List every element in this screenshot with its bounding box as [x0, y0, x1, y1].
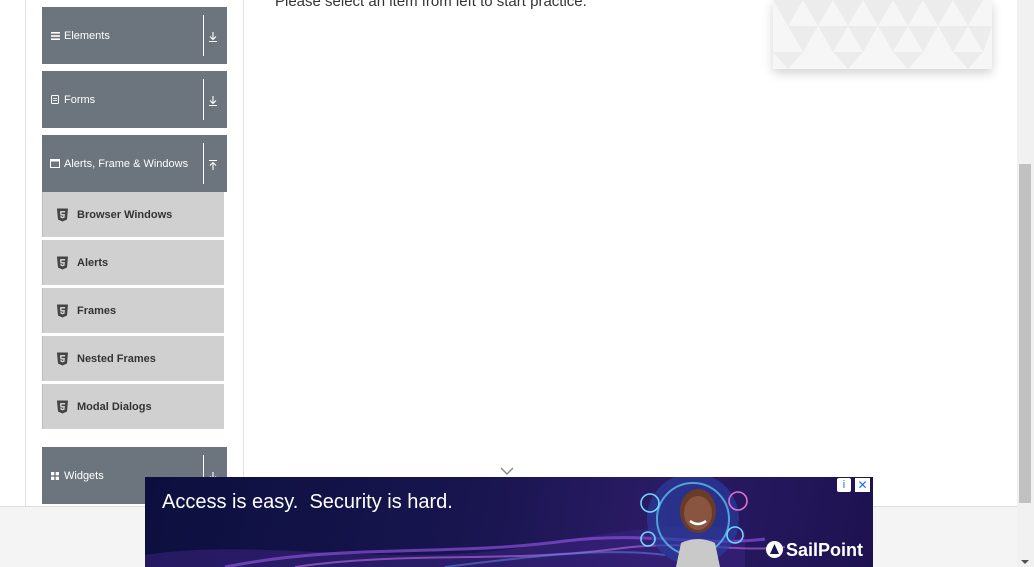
- ad-brand-name: SailPoint: [785, 540, 863, 560]
- intro-text: Please select an item from left to start…: [275, 0, 587, 10]
- ad-banner[interactable]: Access is easy. Security is hard. SailPo…: [145, 477, 873, 567]
- sailpoint-logo-icon: [765, 541, 783, 558]
- group-header-alerts-frame-windows[interactable]: Alerts, Frame & Windows: [42, 135, 227, 192]
- alerts-frame-windows-menu: Browser Windows Alerts Frames Nested Fra…: [42, 192, 225, 432]
- menu-item-alerts[interactable]: Alerts: [42, 240, 224, 285]
- menu-item-browser-windows[interactable]: Browser Windows: [42, 192, 224, 237]
- menu-item-modal-dialogs[interactable]: Modal Dialogs: [42, 384, 224, 429]
- window-icon: [50, 159, 60, 169]
- download-icon[interactable]: [208, 30, 218, 42]
- page: Elements Forms Alerts, Frame & Windows B…: [0, 0, 1017, 567]
- html5-icon: [57, 400, 68, 413]
- group-label: Elements: [64, 29, 110, 42]
- ad-brand-logo: SailPoint: [765, 540, 863, 561]
- menu-item-label: Frames: [77, 304, 117, 317]
- file-icon: [50, 95, 60, 105]
- ad-close-icon[interactable]: ✕: [855, 478, 870, 492]
- group-label: Forms: [64, 93, 96, 106]
- ad-headline: Access is easy. Security is hard.: [162, 491, 453, 513]
- ad-info-icon[interactable]: i: [837, 478, 851, 492]
- download-icon[interactable]: [208, 94, 218, 106]
- vertical-scrollbar[interactable]: [1017, 0, 1034, 567]
- grid-icon: [50, 471, 60, 481]
- group-header-elements[interactable]: Elements: [42, 7, 227, 64]
- group-label: Widgets: [64, 469, 104, 482]
- html5-icon: [57, 304, 68, 317]
- menu-item-label: Modal Dialogs: [77, 400, 152, 413]
- ad-top-right[interactable]: [773, 0, 992, 69]
- list-icon: [50, 31, 60, 41]
- chevron-down-icon[interactable]: [500, 463, 514, 475]
- scrollbar-thumb[interactable]: [1019, 164, 1031, 503]
- menu-item-label: Alerts: [77, 256, 109, 269]
- menu-item-label: Nested Frames: [77, 352, 156, 365]
- divider: [203, 79, 204, 120]
- html5-icon: [57, 352, 68, 365]
- divider: [203, 143, 204, 184]
- menu-item-nested-frames[interactable]: Nested Frames: [42, 336, 224, 381]
- html5-icon: [57, 256, 68, 269]
- html5-icon: [57, 208, 68, 221]
- menu-item-label: Browser Windows: [77, 208, 173, 221]
- triangle-pattern: [773, 0, 992, 69]
- menu-item-frames[interactable]: Frames: [42, 288, 224, 333]
- upload-icon[interactable]: [208, 158, 218, 170]
- group-header-forms[interactable]: Forms: [42, 71, 227, 128]
- divider: [203, 15, 204, 56]
- scroll-down-arrow-icon[interactable]: [1020, 553, 1030, 564]
- group-label: Alerts, Frame & Windows: [64, 157, 189, 170]
